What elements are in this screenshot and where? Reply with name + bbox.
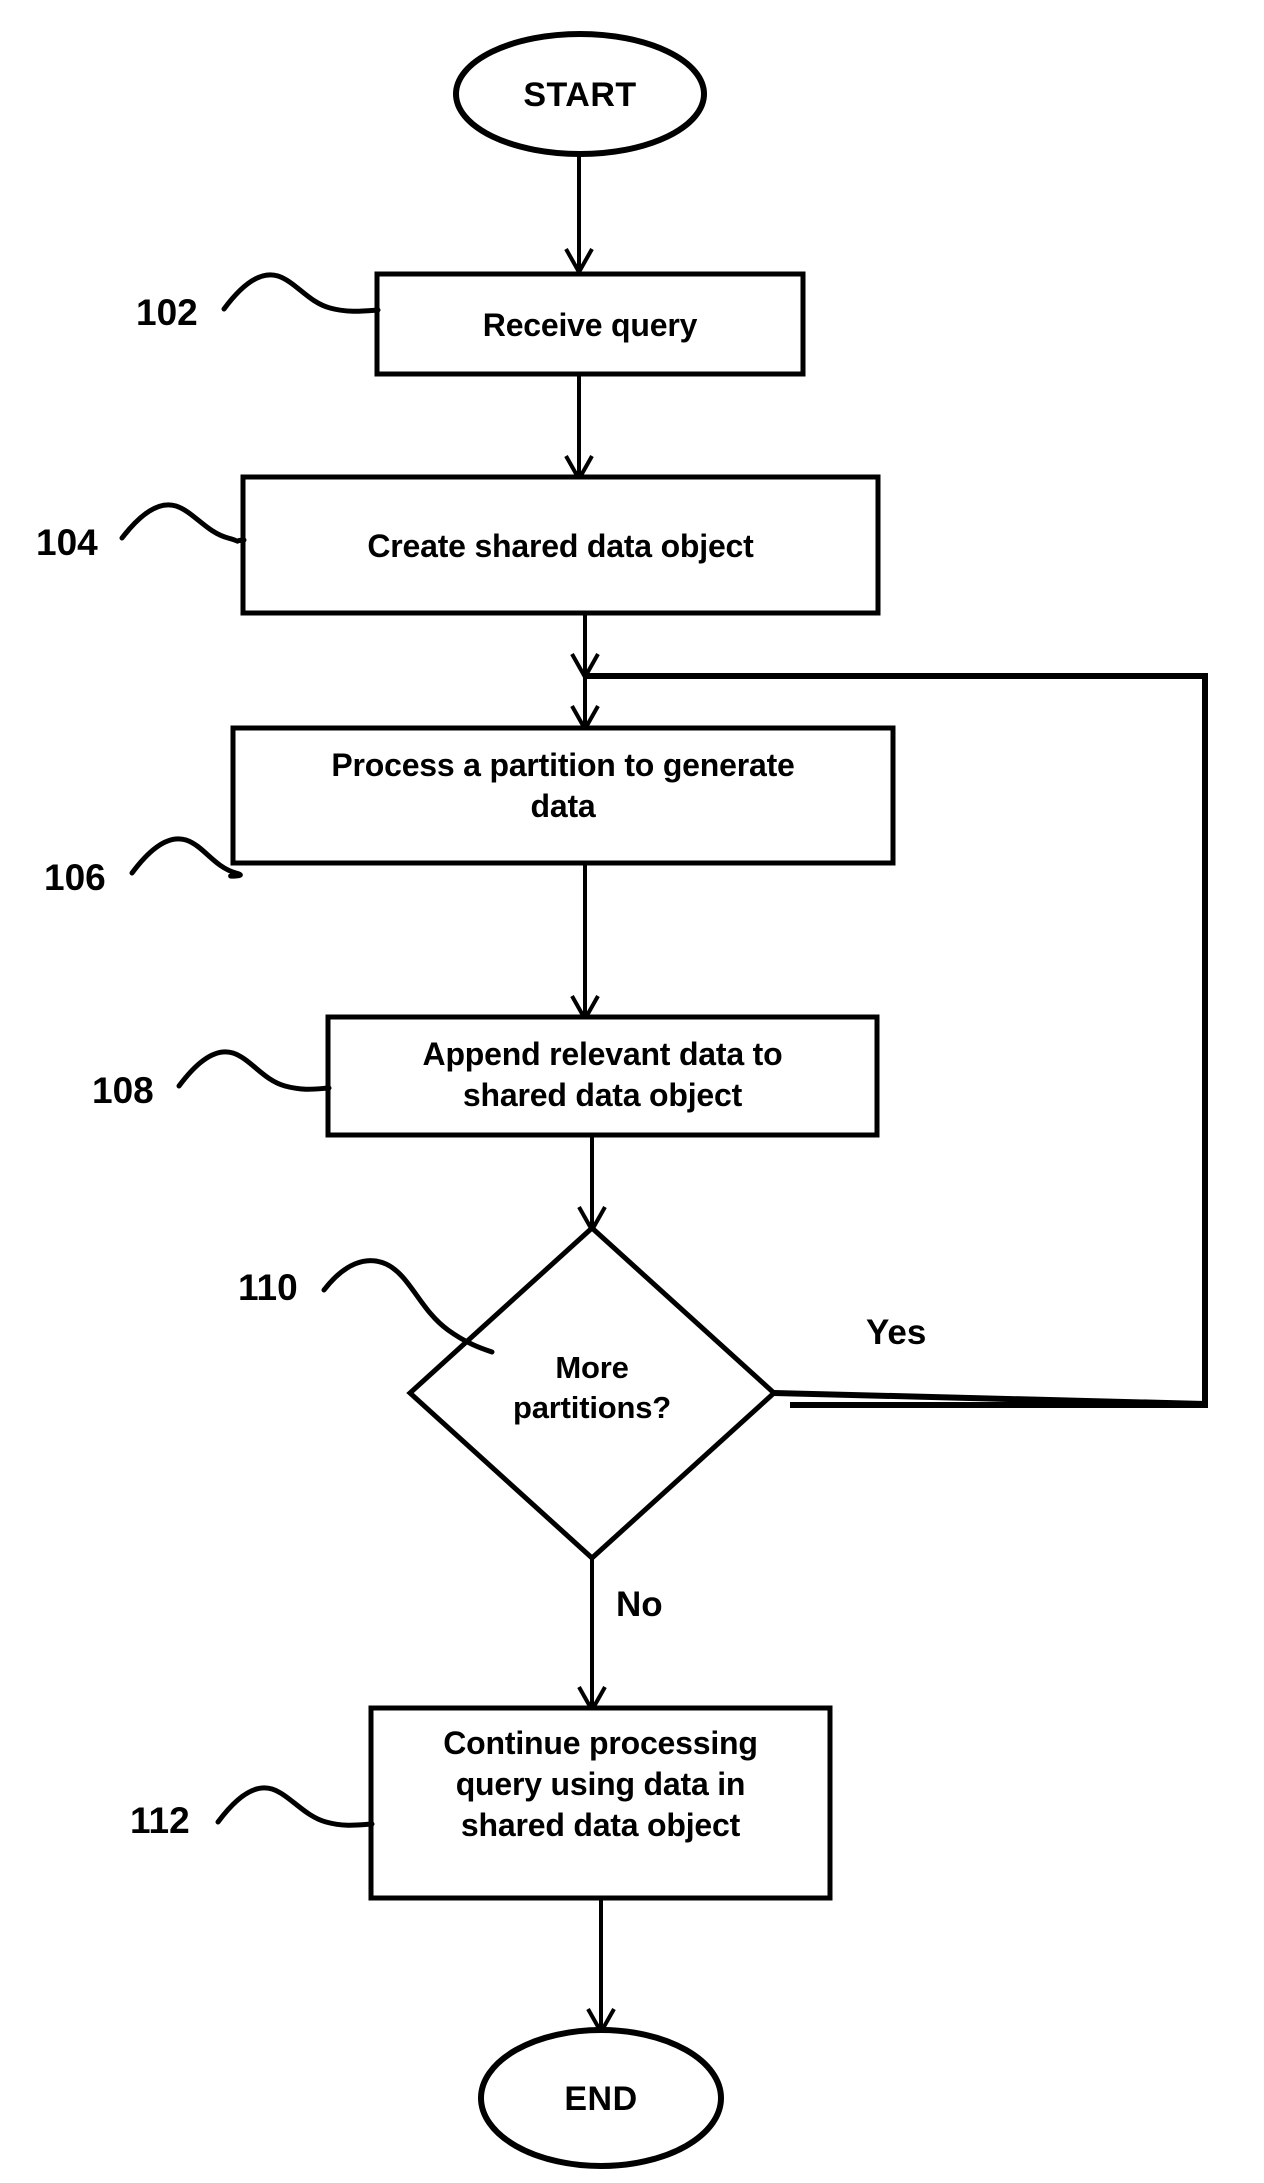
process-box-108-label: Append relevant data to shared data obje… xyxy=(422,1036,783,1113)
leader-line-104 xyxy=(119,502,247,544)
edge-label-no: No xyxy=(616,1585,663,1624)
process-box-106-label: Process a partition to generate data xyxy=(331,747,795,824)
process-box-104-label: Create shared data object xyxy=(367,528,754,564)
leader-line-108 xyxy=(176,1049,332,1092)
reference-number-112: 112 xyxy=(130,1800,190,1841)
process-box-112-label: Continue processing query using data in … xyxy=(443,1725,758,1843)
reference-number-108: 108 xyxy=(92,1070,154,1111)
decision-diamond-110-label: More partitions? xyxy=(513,1350,671,1425)
flowchart-figure: START Receive query Create shared data o… xyxy=(0,0,1264,2183)
end-terminator-label: END xyxy=(564,2080,638,2118)
start-terminator-label: START xyxy=(523,76,637,114)
reference-number-106: 106 xyxy=(44,857,106,898)
leader-line-112 xyxy=(215,1785,375,1828)
leader-line-106 xyxy=(129,836,243,879)
reference-number-102: 102 xyxy=(136,292,198,333)
leader-line-102 xyxy=(221,272,381,314)
reference-number-104: 104 xyxy=(36,522,98,563)
reference-number-110: 110 xyxy=(238,1267,298,1308)
edge-label-yes: Yes xyxy=(866,1313,927,1352)
process-box-102-label: Receive query xyxy=(482,307,698,343)
